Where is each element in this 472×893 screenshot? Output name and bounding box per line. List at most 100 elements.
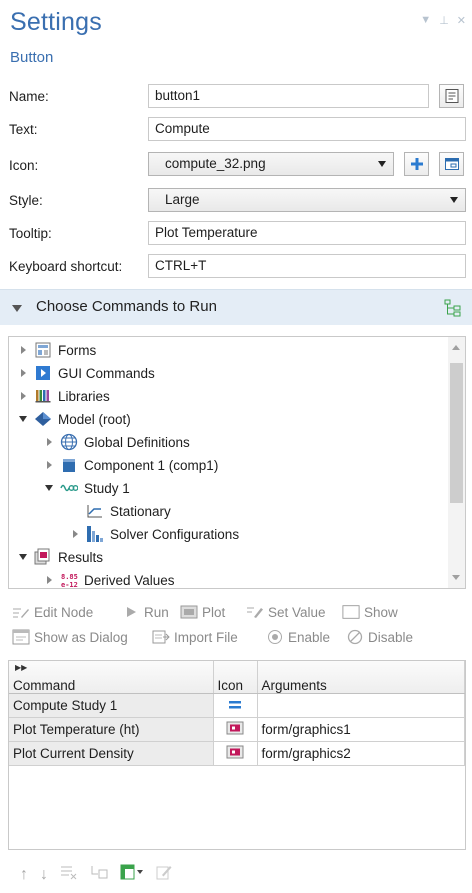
disable-icon (346, 629, 364, 645)
icon-cell[interactable] (213, 693, 258, 718)
tree-item-derived-values[interactable]: 8.85 e-12 Derived Values (43, 569, 175, 589)
column-header-icon[interactable]: Icon (213, 661, 258, 694)
show-icon (342, 604, 360, 620)
tree-item-study[interactable]: Study 1 (43, 477, 130, 499)
expand-arrow-icon[interactable] (17, 367, 29, 379)
column-header-arguments[interactable]: Arguments (257, 661, 465, 694)
tree-item-label: Component 1 (comp1) (84, 457, 219, 473)
tree-scrollbar[interactable] (448, 337, 465, 588)
tree-item-label: Libraries (58, 388, 110, 404)
edit-node-button[interactable]: Edit Node (12, 604, 93, 620)
close-icon[interactable]: ✕ (457, 14, 466, 27)
browse-icon-button[interactable] (439, 152, 464, 176)
tree-item-component[interactable]: Component 1 (comp1) (43, 454, 218, 476)
plot-button[interactable]: Plot (180, 604, 225, 620)
run-label: Run (144, 604, 169, 620)
chevron-down-icon (450, 197, 458, 203)
edit-icon[interactable] (156, 864, 172, 885)
style-select[interactable]: Large (148, 188, 466, 212)
choose-commands-section-header[interactable]: Choose Commands to Run (0, 289, 472, 325)
expand-arrow-icon[interactable] (69, 528, 81, 540)
show-as-dialog-label: Show as Dialog (34, 629, 128, 645)
collapse-arrow-icon[interactable] (17, 551, 29, 563)
scroll-up-arrow-icon[interactable] (452, 345, 460, 350)
column-header-command[interactable]: Command (9, 661, 214, 694)
collapse-arrow-icon[interactable] (17, 413, 29, 425)
rename-button[interactable] (439, 84, 464, 108)
table-row[interactable]: Plot Current Density form/graphics2 (9, 741, 465, 766)
enable-button[interactable]: Enable (266, 629, 330, 645)
libraries-icon (34, 387, 52, 405)
dialog-icon (12, 629, 30, 645)
disable-label: Disable (368, 629, 414, 645)
tree-item-label: Model (root) (58, 411, 131, 427)
command-cell[interactable]: Plot Current Density (9, 741, 214, 766)
style-label: Style: (9, 193, 43, 208)
tree-settings-icon[interactable] (444, 299, 462, 317)
stationary-icon (86, 502, 104, 520)
collapse-arrow-icon[interactable] (43, 482, 55, 494)
enable-label: Enable (288, 629, 331, 645)
window-controls: ▼ ⊥ ✕ (420, 14, 466, 27)
tree-item-label: Study 1 (84, 480, 130, 496)
tree-item-label: Forms (58, 342, 97, 358)
model-tree[interactable]: Forms GUI Commands Libraries Model (root… (8, 336, 466, 589)
add-columns-icon[interactable] (120, 864, 144, 885)
expand-arrow-icon[interactable] (43, 459, 55, 471)
move-up-icon[interactable]: ↑ (20, 866, 28, 884)
icon-select[interactable]: compute_32.png (148, 152, 394, 176)
arguments-cell[interactable]: form/graphics2 (257, 741, 465, 766)
dropdown-arrow-icon[interactable]: ▼ (420, 14, 431, 27)
name-label: Name: (9, 89, 49, 104)
run-button[interactable]: Run (122, 604, 169, 620)
import-file-button[interactable]: Import File (152, 629, 238, 645)
arguments-cell[interactable] (257, 693, 465, 718)
table-row[interactable]: Plot Temperature (ht) form/graphics1 (9, 717, 465, 742)
tree-item-solver-configurations[interactable]: Solver Configurations (69, 523, 239, 545)
tree-item-forms[interactable]: Forms (17, 339, 96, 361)
icon-cell[interactable] (213, 717, 258, 742)
tree-item-stationary[interactable]: Stationary (69, 500, 171, 522)
name-field[interactable]: button1 (148, 84, 429, 108)
solver-icon (86, 525, 104, 543)
forms-icon (34, 341, 52, 359)
plot-icon (226, 721, 244, 734)
command-cell[interactable]: Compute Study 1 (9, 693, 214, 718)
column-expand-icon[interactable]: ▶▶ (15, 663, 27, 672)
arguments-cell[interactable]: form/graphics1 (257, 717, 465, 742)
add-icon-button[interactable] (404, 152, 429, 176)
table-toolbar: ↑ ↓ (0, 856, 472, 893)
shortcut-label: Keyboard shortcut: (9, 259, 123, 274)
expand-arrow-icon[interactable] (17, 344, 29, 356)
show-button[interactable]: Show (342, 604, 398, 620)
panel-subtitle: Button (10, 49, 54, 66)
expand-arrow-icon[interactable] (43, 436, 55, 448)
expand-arrow-icon[interactable] (17, 390, 29, 402)
delete-icon[interactable] (60, 864, 78, 885)
shortcut-field[interactable]: CTRL+T (148, 254, 466, 278)
commands-table[interactable]: ▶▶ Command Icon Arguments Compute Study … (8, 660, 466, 850)
chevron-down-icon (378, 161, 386, 167)
section-title: Choose Commands to Run (36, 298, 217, 315)
show-as-dialog-button[interactable]: Show as Dialog (12, 629, 128, 645)
icon-cell[interactable] (213, 741, 258, 766)
plot-icon (226, 745, 244, 758)
expand-arrow-icon[interactable] (43, 574, 55, 586)
tree-item-global-definitions[interactable]: Global Definitions (43, 431, 190, 453)
tooltip-field[interactable]: Plot Temperature (148, 221, 466, 245)
set-value-button[interactable]: Set Value (246, 604, 326, 620)
pin-icon[interactable]: ⊥ (439, 14, 449, 27)
table-row[interactable]: Compute Study 1 (9, 693, 465, 718)
tree-item-libraries[interactable]: Libraries (17, 385, 110, 407)
tree-item-gui-commands[interactable]: GUI Commands (17, 362, 155, 384)
text-field[interactable]: Compute (148, 117, 466, 141)
edit-node-label: Edit Node (34, 604, 94, 620)
move-down-icon[interactable]: ↓ (40, 866, 48, 884)
tree-item-model-root[interactable]: Model (root) (17, 408, 131, 430)
disable-button[interactable]: Disable (346, 629, 413, 645)
scroll-down-arrow-icon[interactable] (452, 575, 460, 580)
scrollbar-thumb[interactable] (450, 363, 463, 503)
move-to-icon[interactable] (90, 864, 108, 885)
tree-item-results[interactable]: Results (17, 546, 103, 568)
command-cell[interactable]: Plot Temperature (ht) (9, 717, 214, 742)
